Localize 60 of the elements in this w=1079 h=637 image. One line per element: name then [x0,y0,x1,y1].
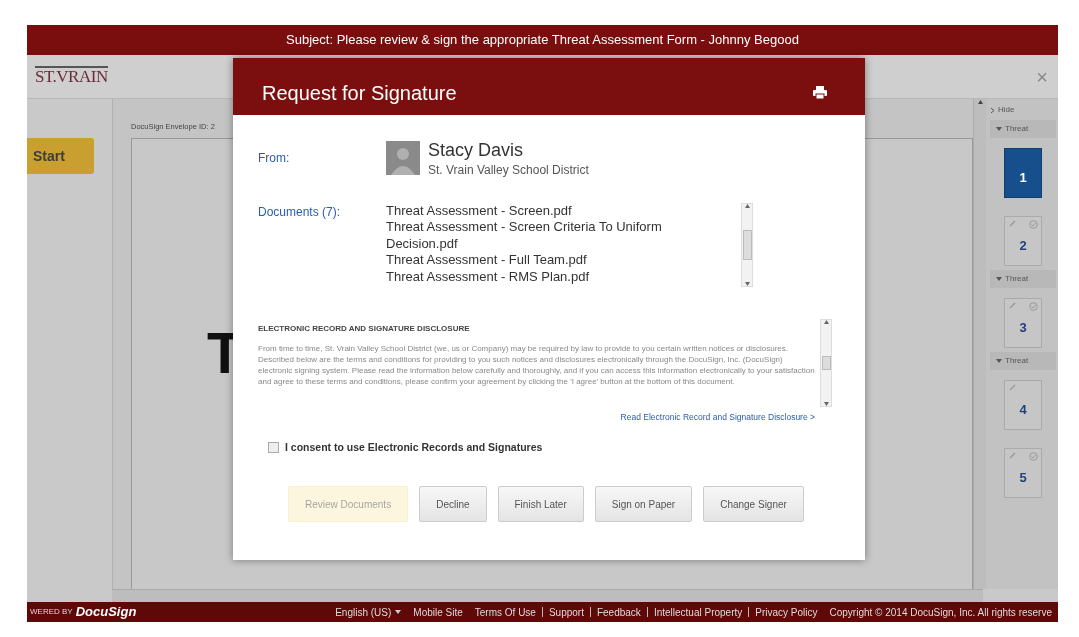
page-thumbnail[interactable]: 4 [1004,380,1042,430]
disclosure-text: From time to time, St. Vrain Valley School District (we, us or Company) may be required by law to provide to you certain written notices or disclosures. Described below are the terms and conditions for providing to you such notices and disclosures electronically through the DocuSign, Inc. (DocuSign) electronic signing system. Please read the information below carefully and thoroughly, and if you can access this information electronically to your satisfaction and agree to these terms and conditions, please confirm your agreement by clicking the 'I agree' button at the bottom of this document. [258,342,816,387]
documents-label: Documents (7): [258,203,342,221]
action-button[interactable]: Sign on Paper [594,486,693,523]
copyright: Copyright © 2014 DocuSign, Inc. All rights reserve [828,605,1053,620]
document-name[interactable]: Threat Assessment - Screen Criteria To Uniform Decision.pdf [386,219,686,253]
document-name[interactable]: Threat Assessment - Screen.pdf [386,202,686,220]
scrollbar[interactable] [112,589,983,602]
footer-link[interactable]: Mobile Site [407,604,469,620]
up-arrow-icon [823,319,829,324]
email-subject: Subject: Please review & sign the appropriate Threat Assessment Form - Johnny Begood [286,31,799,50]
avatar-icon [386,141,420,175]
footer-link[interactable]: Privacy Policy [749,604,824,620]
caret-icon [395,610,402,614]
document-name[interactable]: Threat Assessment - RMS Plan.pdf [386,268,686,286]
triangle-down-icon [996,126,1002,132]
page-thumbnail[interactable]: 5 [1004,448,1042,498]
pencil-icon [1009,302,1016,309]
page-thumbnail[interactable]: 3 [1004,298,1042,348]
language-selector[interactable]: English (US) [335,604,392,620]
up-arrow-icon [976,99,984,105]
logo: ST.VRAIN [35,66,108,87]
footer-link[interactable]: Terms Of Use [468,604,542,620]
from-label: From: [258,150,291,167]
down-arrow-icon [823,401,829,406]
page-thumbnail[interactable]: 2 [1004,216,1042,266]
down-arrow-icon [744,281,750,286]
pencil-icon [1009,220,1016,227]
print-icon[interactable] [813,86,827,99]
footer-link[interactable]: Support [542,604,590,620]
action-button[interactable]: Change Signer [703,486,804,523]
action-button[interactable]: Decline [419,486,487,523]
footer-link[interactable]: Feedback [590,604,647,620]
disclosure-link[interactable]: Read Electronic Record and Signature Disclosure > [258,410,832,424]
dialog-title: Request for Signature [262,80,457,106]
chevron-icon [990,106,995,114]
scrollbar-thumb[interactable] [742,229,752,260]
group-label: Threat [1005,123,1029,135]
page-thumbnail[interactable]: 1 [1004,148,1042,198]
group-label: Threat [1005,273,1029,285]
triangle-down-icon [996,276,1002,282]
powered-by-label: WERED BY [30,606,73,618]
up-arrow-icon [744,203,750,208]
scrollbar-thumb[interactable] [821,355,831,370]
hide-link[interactable]: Hide [998,104,1015,116]
consent-label[interactable]: I consent to use Electronic Records and Signatures [285,439,543,456]
disclosure-heading: ELECTRONIC RECORD AND SIGNATURE DISCLOSURE [258,322,471,335]
pencil-icon [1009,384,1016,391]
pencil-icon [1009,452,1016,459]
document-name[interactable]: Threat Assessment - Full Team.pdf [386,252,686,269]
group-label: Threat [1005,355,1029,367]
triangle-down-icon [996,358,1002,364]
action-button[interactable]: Finish Later [497,486,584,523]
scrollbar[interactable] [973,99,986,589]
footer-link[interactable]: Intellectual Property [647,604,749,620]
consent-checkbox[interactable] [268,441,279,453]
sender-organization: St. Vrain Valley School District [428,161,589,179]
brand-logo: DocuSign [75,603,137,622]
sender-name: Stacy Davis [428,141,525,161]
start-button[interactable]: Start [27,138,94,174]
